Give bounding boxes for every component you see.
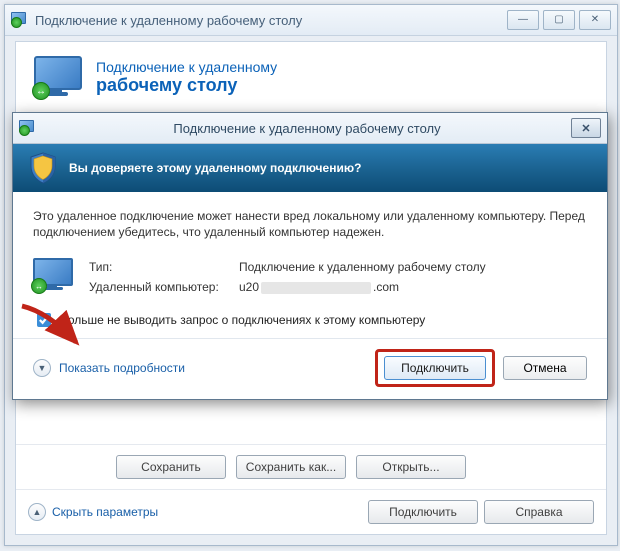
cancel-button[interactable]: Отмена [503,356,587,380]
type-value: Подключение к удаленному рабочему столу [239,260,486,274]
connect-button[interactable]: Подключить [384,356,486,380]
save-as-button[interactable]: Сохранить как... [236,455,346,479]
host-redacted [261,282,371,294]
dialog-separator [13,338,607,339]
connection-badge-icon: ↔ [32,82,50,100]
maximize-button[interactable]: ▢ [543,10,575,30]
shield-icon [29,152,57,184]
host-suffix: .com [373,280,399,294]
settings-button-row: Сохранить Сохранить как... Открыть... [16,444,606,489]
brand-header: ↔ Подключение к удаленному рабочему стол… [16,42,606,113]
host-prefix: u20 [239,280,259,294]
info-grid: Тип: Подключение к удаленному рабочему с… [89,260,587,300]
footer-help-button[interactable]: Справка [484,500,594,524]
dialog-body: Это удаленное подключение может нанести … [13,192,607,399]
hide-params-link[interactable]: Скрыть параметры [52,505,158,519]
footer-connect-button[interactable]: Подключить [368,500,478,524]
connect-highlight: Подключить [375,349,495,387]
main-window-title: Подключение к удаленному рабочему столу [35,13,507,28]
trust-dialog: Подключение к удаленному рабочему столу … [12,112,608,400]
brand-line2: рабочему столу [96,75,277,96]
dont-ask-label[interactable]: Больше не выводить запрос о подключениях… [60,313,425,327]
brand-line1: Подключение к удаленному [96,59,277,75]
dialog-titlebar: Подключение к удаленному рабочему столу … [13,113,607,144]
dialog-app-icon [19,120,35,136]
main-footer: ▲ Скрыть параметры Подключить Справка [16,489,606,534]
main-titlebar: Подключение к удаленному рабочему столу … [5,5,617,36]
banner-text: Вы доверяете этому удаленному подключени… [69,161,361,175]
app-icon [11,12,27,28]
dialog-close-button[interactable]: ✕ [571,118,601,138]
show-details-link[interactable]: Показать подробности [59,361,185,375]
close-button[interactable]: ✕ [579,10,611,30]
dialog-title: Подключение к удаленному рабочему столу [43,121,571,136]
connection-badge-icon: ↔ [31,278,47,294]
warning-text: Это удаленное подключение может нанести … [33,208,587,240]
monitor-icon: ↔ [34,56,82,98]
mini-monitor-icon: ↔ [33,258,73,294]
host-label: Удаленный компьютер: [89,280,239,294]
brand-text: Подключение к удаленному рабочему столу [96,59,277,96]
type-label: Тип: [89,260,239,274]
trust-banner: Вы доверяете этому удаленному подключени… [13,144,607,192]
chevron-down-icon[interactable]: ▼ [33,359,51,377]
save-button[interactable]: Сохранить [116,455,226,479]
open-button[interactable]: Открыть... [356,455,466,479]
window-controls: — ▢ ✕ [507,10,611,30]
dont-ask-row: Больше не выводить запрос о подключениях… [33,310,587,330]
minimize-button[interactable]: — [507,10,539,30]
chevron-up-icon[interactable]: ▲ [28,503,46,521]
dont-ask-checkbox[interactable] [37,313,51,327]
main-bottom-area: Сохранить Сохранить как... Открыть... ▲ … [16,444,606,534]
dialog-footer: ▼ Показать подробности Подключить Отмена [33,349,587,387]
connection-info: ↔ Тип: Подключение к удаленному рабочему… [33,258,587,300]
host-value: u20 .com [239,280,399,294]
